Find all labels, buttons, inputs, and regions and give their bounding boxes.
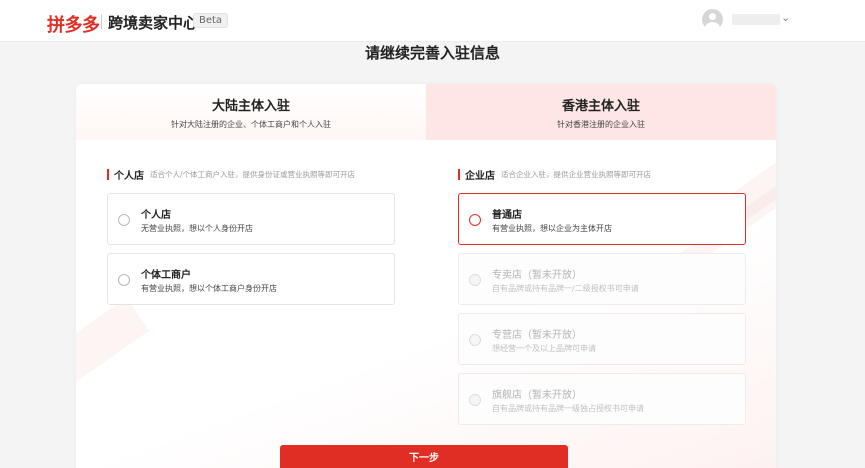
section-accent-bar: [458, 169, 460, 180]
option-title: 普通店: [492, 210, 522, 221]
tab-mainland-subtitle: 针对大陆注册的企业、个体工商户和个人入驻: [171, 120, 331, 129]
option-individual-business[interactable]: 个体工商户 有营业执照，想以个体工商户身份开店: [107, 253, 395, 305]
option-flagship-store: 旗舰店（暂未开放） 自有品牌或持有品牌一级独占授权书可申请: [458, 373, 746, 425]
radio-button-selected[interactable]: [469, 214, 481, 226]
option-franchise-store: 专营店（暂未开放） 想经营一个及以上品牌可申请: [458, 313, 746, 365]
page-title: 请继续完善入驻信息: [364, 44, 500, 62]
user-avatar-icon[interactable]: [702, 9, 723, 30]
username-blurred[interactable]: [732, 14, 780, 25]
radio-button-disabled: [469, 394, 481, 406]
option-description: 想经营一个及以上品牌可申请: [492, 344, 596, 353]
option-description: 有营业执照，想以个体工商户身份开店: [141, 284, 277, 293]
option-title: 个人店: [141, 210, 171, 221]
tab-hongkong-subtitle: 针对香港注册的企业入驻: [557, 120, 645, 129]
next-step-button[interactable]: 下一步: [280, 445, 568, 468]
avatar-head-shape: [709, 13, 716, 20]
avatar-body-shape: [705, 22, 720, 30]
personal-section-label: 个人店: [114, 171, 144, 182]
radio-button-disabled: [469, 274, 481, 286]
section-accent-bar: [107, 169, 109, 180]
option-description: 自有品牌或持有品牌一级独占授权书可申请: [492, 404, 644, 413]
tab-mainland[interactable]: 大陆主体入驻 针对大陆注册的企业、个体工商户和个人入驻: [76, 84, 426, 140]
radio-button[interactable]: [118, 274, 130, 286]
radio-button[interactable]: [118, 214, 130, 226]
personal-section-header: 个人店 适合个人/个体工商户入驻，提供身份证或营业执照等即可开店: [107, 167, 355, 182]
option-title: 专卖店（暂未开放）: [492, 270, 582, 281]
option-description: 自有品牌或持有品牌一/二级授权书可申请: [492, 284, 639, 293]
portal-title: 跨境卖家中心: [108, 14, 199, 32]
radio-button-disabled: [469, 334, 481, 346]
top-bar: 拼多多 跨境卖家中心 Beta ⌄: [0, 0, 865, 42]
enterprise-section-label: 企业店: [465, 171, 495, 182]
option-title: 专营店（暂未开放）: [492, 330, 582, 341]
enterprise-section-header: 企业店 适合企业入驻，提供企业营业执照等即可开店: [458, 167, 651, 182]
tab-hongkong[interactable]: 香港主体入驻 针对香港注册的企业入驻: [426, 84, 776, 140]
option-description: 无营业执照，想以个人身份开店: [141, 224, 253, 233]
decorative-stripe: [76, 297, 150, 383]
option-regular-store[interactable]: 普通店 有营业执照，想以企业为主体开店: [458, 193, 746, 245]
personal-section-hint: 适合个人/个体工商户入驻，提供身份证或营业执照等即可开店: [150, 170, 356, 179]
chevron-down-icon[interactable]: ⌄: [781, 11, 790, 24]
option-title: 旗舰店（暂未开放）: [492, 390, 582, 401]
option-title: 个体工商户: [141, 270, 191, 281]
tab-hongkong-title: 香港主体入驻: [561, 99, 640, 114]
brand-logo[interactable]: 拼多多: [47, 11, 100, 37]
option-personal-store[interactable]: 个人店 无营业执照，想以个人身份开店: [107, 193, 395, 245]
option-exclusive-store: 专卖店（暂未开放） 自有品牌或持有品牌一/二级授权书可申请: [458, 253, 746, 305]
beta-badge: Beta: [193, 13, 229, 28]
header-divider: [101, 14, 102, 29]
tab-mainland-title: 大陆主体入驻: [211, 99, 290, 114]
option-description: 有营业执照，想以企业为主体开店: [492, 224, 612, 233]
enterprise-section-hint: 适合企业入驻，提供企业营业执照等即可开店: [501, 170, 651, 179]
